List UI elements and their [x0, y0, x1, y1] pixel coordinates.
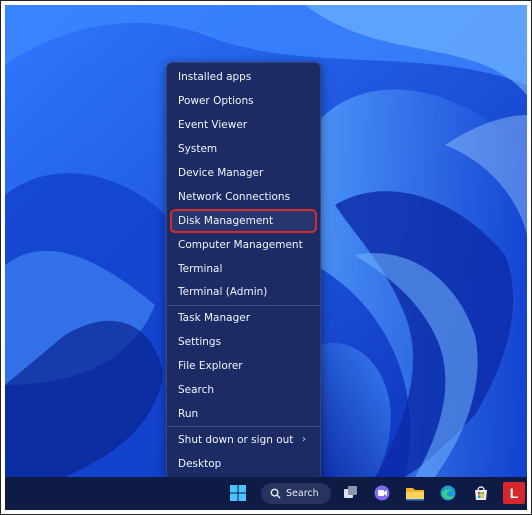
menu-separator	[167, 305, 320, 306]
menu-item-shut-down-or-sign-out[interactable]: Shut down or sign out ›	[171, 429, 316, 451]
chat-icon[interactable]	[371, 482, 393, 504]
menu-item-network-connections[interactable]: Network Connections	[171, 186, 316, 208]
taskbar-search-box[interactable]: Search	[261, 483, 331, 504]
task-view-icon[interactable]	[340, 482, 362, 504]
store-icon[interactable]	[470, 482, 492, 504]
menu-item-terminal-admin[interactable]: Terminal (Admin)	[171, 281, 316, 303]
menu-item-system[interactable]: System	[171, 138, 316, 160]
menu-item-power-options[interactable]: Power Options	[171, 90, 316, 112]
menu-item-file-explorer[interactable]: File Explorer	[171, 355, 316, 377]
menu-item-label: Shut down or sign out	[178, 434, 294, 446]
chevron-right-icon: ›	[302, 434, 306, 445]
menu-item-run[interactable]: Run	[171, 403, 316, 425]
search-icon	[270, 488, 281, 499]
menu-separator	[167, 426, 320, 427]
menu-item-computer-management[interactable]: Computer Management	[171, 234, 316, 256]
winx-context-menu: Installed apps Power Options Event Viewe…	[166, 62, 321, 477]
menu-item-search[interactable]: Search	[171, 379, 316, 401]
menu-item-device-manager[interactable]: Device Manager	[171, 162, 316, 184]
menu-item-desktop[interactable]: Desktop	[171, 453, 316, 475]
menu-item-terminal[interactable]: Terminal	[171, 258, 316, 280]
windows-start-icon[interactable]	[227, 482, 249, 504]
menu-item-settings[interactable]: Settings	[171, 331, 316, 353]
edge-icon[interactable]	[437, 482, 459, 504]
menu-item-event-viewer[interactable]: Event Viewer	[171, 114, 316, 136]
screenshot-frame: Installed apps Power Options Event Viewe…	[0, 0, 532, 515]
taskbar: Search L	[5, 477, 527, 510]
file-explorer-icon[interactable]	[404, 482, 426, 504]
app-l-icon[interactable]: L	[503, 482, 525, 504]
search-label: Search	[286, 488, 319, 499]
app-l-letter: L	[509, 485, 519, 501]
menu-item-installed-apps[interactable]: Installed apps	[171, 66, 316, 88]
menu-item-disk-management[interactable]: Disk Management	[170, 209, 317, 233]
desktop[interactable]: Installed apps Power Options Event Viewe…	[5, 5, 527, 477]
menu-item-task-manager[interactable]: Task Manager	[171, 307, 316, 329]
